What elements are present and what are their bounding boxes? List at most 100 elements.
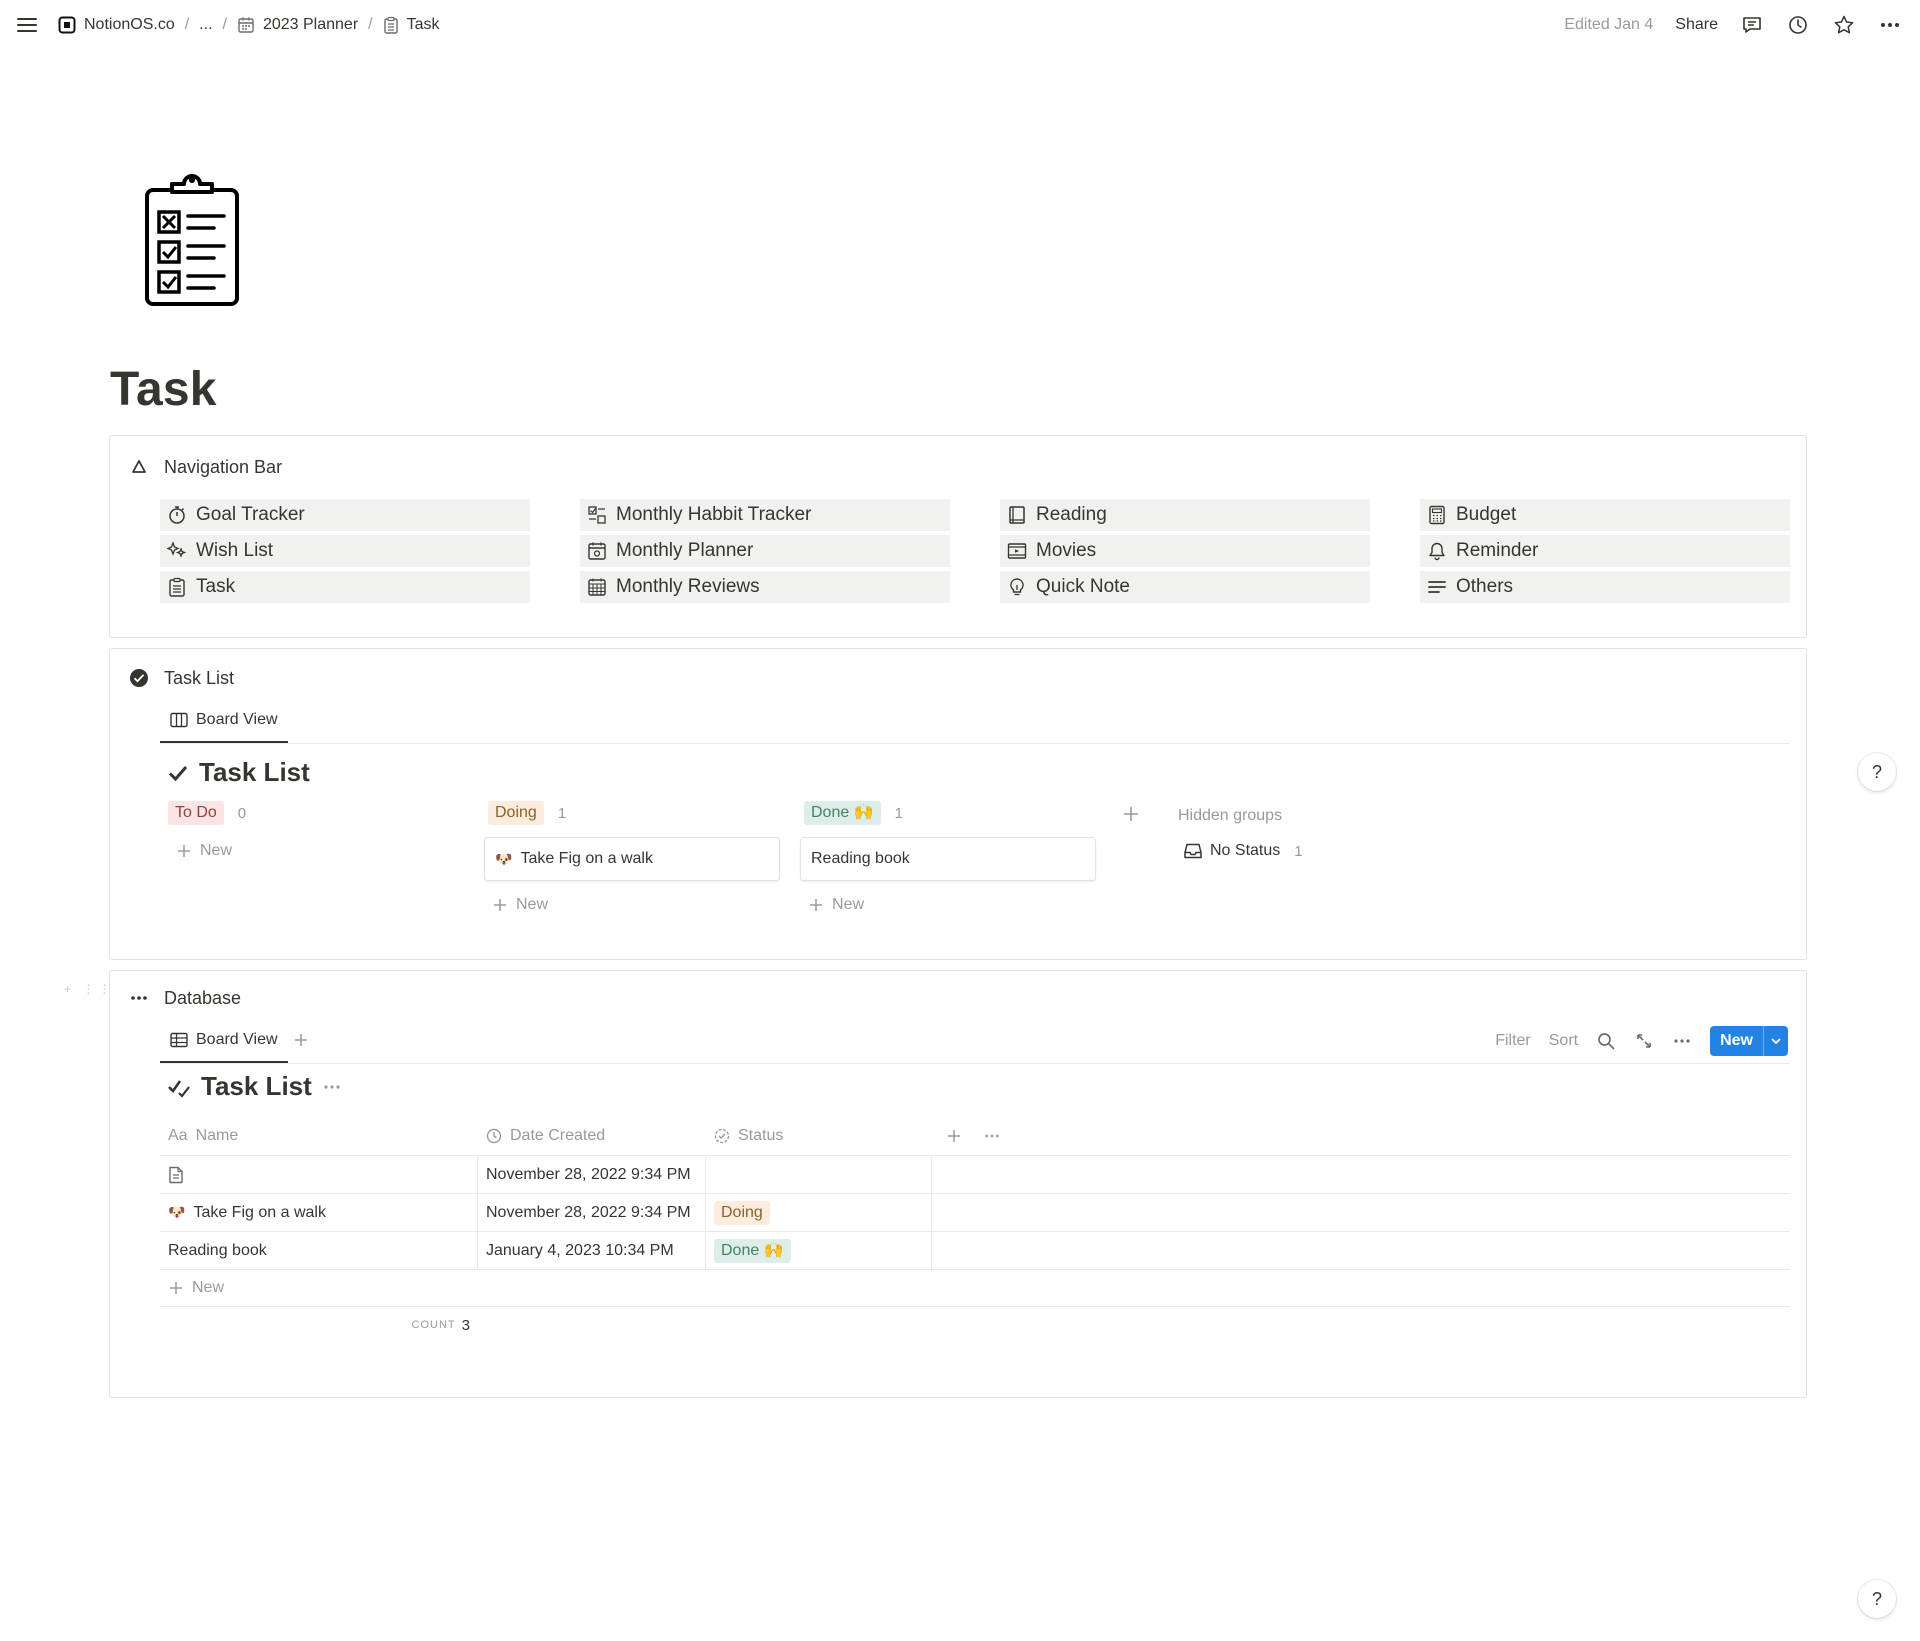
dog-icon: 🐶: [495, 850, 513, 867]
header-actions: [932, 1128, 1000, 1144]
breadcrumb-task[interactable]: Task: [379, 16, 444, 34]
nav-item-monthly-reviews[interactable]: Monthly Reviews: [580, 571, 950, 603]
view-title[interactable]: Task List: [167, 757, 310, 788]
column-header[interactable]: Done 🙌 1: [800, 799, 1096, 827]
add-view-icon[interactable]: [290, 1029, 312, 1051]
column-header[interactable]: To Do 0: [168, 799, 464, 827]
cell-status[interactable]: Doing: [706, 1194, 932, 1231]
nav-item-budget[interactable]: Budget: [1420, 499, 1790, 531]
nav-item-quick-note[interactable]: Quick Note: [1000, 571, 1370, 603]
clipboard-checklist-icon[interactable]: [142, 170, 242, 310]
comment-icon[interactable]: [1740, 13, 1764, 37]
view-tabs: Board View: [160, 699, 1790, 744]
nav-item-movies[interactable]: Movies: [1000, 535, 1370, 567]
breadcrumb-planner[interactable]: 2023 Planner: [233, 16, 362, 34]
new-record-button[interactable]: New: [1710, 1026, 1788, 1056]
history-clock-icon[interactable]: [1786, 13, 1810, 37]
cell-name[interactable]: [160, 1156, 478, 1193]
nav-item-reading[interactable]: Reading: [1000, 499, 1370, 531]
nav-item-task[interactable]: Task: [160, 571, 530, 603]
no-status-group[interactable]: No Status 1: [1184, 842, 1303, 860]
cell-name[interactable]: 🐶 Take Fig on a walk: [160, 1194, 478, 1231]
add-row-button[interactable]: New: [160, 1270, 1790, 1307]
status-badge: Doing: [488, 801, 544, 825]
add-card-button[interactable]: New: [168, 839, 464, 863]
more-options-icon[interactable]: [1878, 13, 1902, 37]
board-card[interactable]: Reading book: [800, 837, 1096, 881]
page-title[interactable]: Task: [110, 362, 217, 417]
new-button-label: New: [1720, 1032, 1753, 1049]
chevron-down-icon[interactable]: [1763, 1026, 1788, 1056]
dog-icon: 🐶: [168, 1204, 186, 1220]
column-header[interactable]: Doing 1: [484, 799, 780, 827]
hidden-groups-label: Hidden groups: [1178, 807, 1283, 824]
drag-handle-icon[interactable]: + ⋮⋮: [64, 982, 114, 996]
add-property-icon[interactable]: [946, 1128, 962, 1144]
breadcrumb-workspace[interactable]: NotionOS.co: [54, 16, 179, 34]
page-icon: [168, 1166, 184, 1184]
stopwatch-icon: [166, 504, 188, 526]
tab-board-view[interactable]: Board View: [160, 1019, 288, 1063]
cell-name[interactable]: Reading book: [160, 1232, 478, 1269]
table-row[interactable]: Reading book January 4, 2023 10:34 PM Do…: [160, 1232, 1790, 1270]
filter-button[interactable]: Filter: [1495, 1032, 1531, 1050]
board-column-doing: Doing 1 🐶 Take Fig on a walk New: [484, 799, 780, 917]
nav-item-label: Budget: [1456, 504, 1517, 525]
nav-item-reminder[interactable]: Reminder: [1420, 535, 1790, 567]
nav-item-others[interactable]: Others: [1420, 571, 1790, 603]
menu-icon[interactable]: [14, 12, 40, 38]
view-title[interactable]: Task List: [167, 1071, 342, 1102]
nav-item-monthly-habbit-tracker[interactable]: Monthly Habbit Tracker: [580, 499, 950, 531]
nav-column: Monthly Habbit Tracker Monthly Planner M…: [580, 499, 950, 607]
add-card-button[interactable]: New: [800, 893, 1096, 917]
edited-timestamp: Edited Jan 4: [1564, 16, 1654, 33]
share-button[interactable]: Share: [1675, 16, 1718, 34]
view-title-label: Task List: [199, 757, 310, 787]
add-group-icon[interactable]: [1120, 803, 1142, 825]
more-options-icon[interactable]: [984, 1128, 1000, 1144]
inbox-icon: [1184, 842, 1202, 860]
nav-item-label: Reminder: [1456, 540, 1539, 561]
breadcrumb-label: NotionOS.co: [84, 16, 175, 33]
database-table: Aa Name Date Created Status November 28,…: [160, 1117, 1790, 1343]
bell-icon: [1426, 540, 1448, 562]
nav-item-label: Monthly Habbit Tracker: [616, 504, 812, 525]
ellipsis-icon[interactable]: [322, 1077, 342, 1097]
status-badge: Done 🙌: [804, 801, 881, 825]
nav-item-label: Others: [1456, 576, 1514, 597]
board-card[interactable]: 🐶 Take Fig on a walk: [484, 837, 780, 881]
sort-button[interactable]: Sort: [1549, 1032, 1578, 1050]
search-icon[interactable]: [1596, 1031, 1616, 1051]
plus-icon: [168, 1280, 184, 1296]
triangle-icon: [128, 456, 150, 478]
card-title: Take Fig on a walk: [520, 850, 653, 867]
nav-item-wish-list[interactable]: Wish List: [160, 535, 530, 567]
help-button[interactable]: ?: [1858, 1580, 1896, 1618]
tab-board-view[interactable]: Board View: [160, 699, 288, 743]
column-header-status[interactable]: Status: [706, 1127, 932, 1145]
callout-header: Database: [128, 987, 241, 1009]
cell-status[interactable]: [706, 1156, 932, 1193]
board-column-todo: To Do 0 New: [168, 799, 464, 863]
more-options-icon[interactable]: [1672, 1031, 1692, 1051]
cell-status[interactable]: Done 🙌: [706, 1232, 932, 1269]
no-status-count: 1: [1294, 842, 1303, 860]
nav-item-label: Wish List: [196, 540, 274, 561]
nav-item-monthly-planner[interactable]: Monthly Planner: [580, 535, 950, 567]
status-badge: Done 🙌: [714, 1238, 791, 1263]
table-row[interactable]: 🐶 Take Fig on a walk November 28, 2022 9…: [160, 1194, 1790, 1232]
task-list-callout: Task List Board View Task List To Do 0 N…: [109, 648, 1807, 960]
breadcrumb-ellipsis[interactable]: ...: [195, 16, 216, 34]
clipboard-icon: [166, 576, 188, 598]
table-row[interactable]: November 28, 2022 9:34 PM: [160, 1156, 1790, 1194]
column-header-name[interactable]: Aa Name: [160, 1127, 478, 1145]
help-button[interactable]: ?: [1858, 753, 1896, 791]
ellipsis-icon: [128, 987, 150, 1009]
row-count[interactable]: COUNT 3: [160, 1307, 470, 1343]
column-header-date-created[interactable]: Date Created: [478, 1127, 706, 1145]
expand-icon[interactable]: [1634, 1031, 1654, 1051]
nav-item-goal-tracker[interactable]: Goal Tracker: [160, 499, 530, 531]
favorite-star-icon[interactable]: [1832, 13, 1856, 37]
add-card-button[interactable]: New: [484, 893, 780, 917]
breadcrumb: NotionOS.co / ... / 2023 Planner / Task: [54, 13, 444, 37]
